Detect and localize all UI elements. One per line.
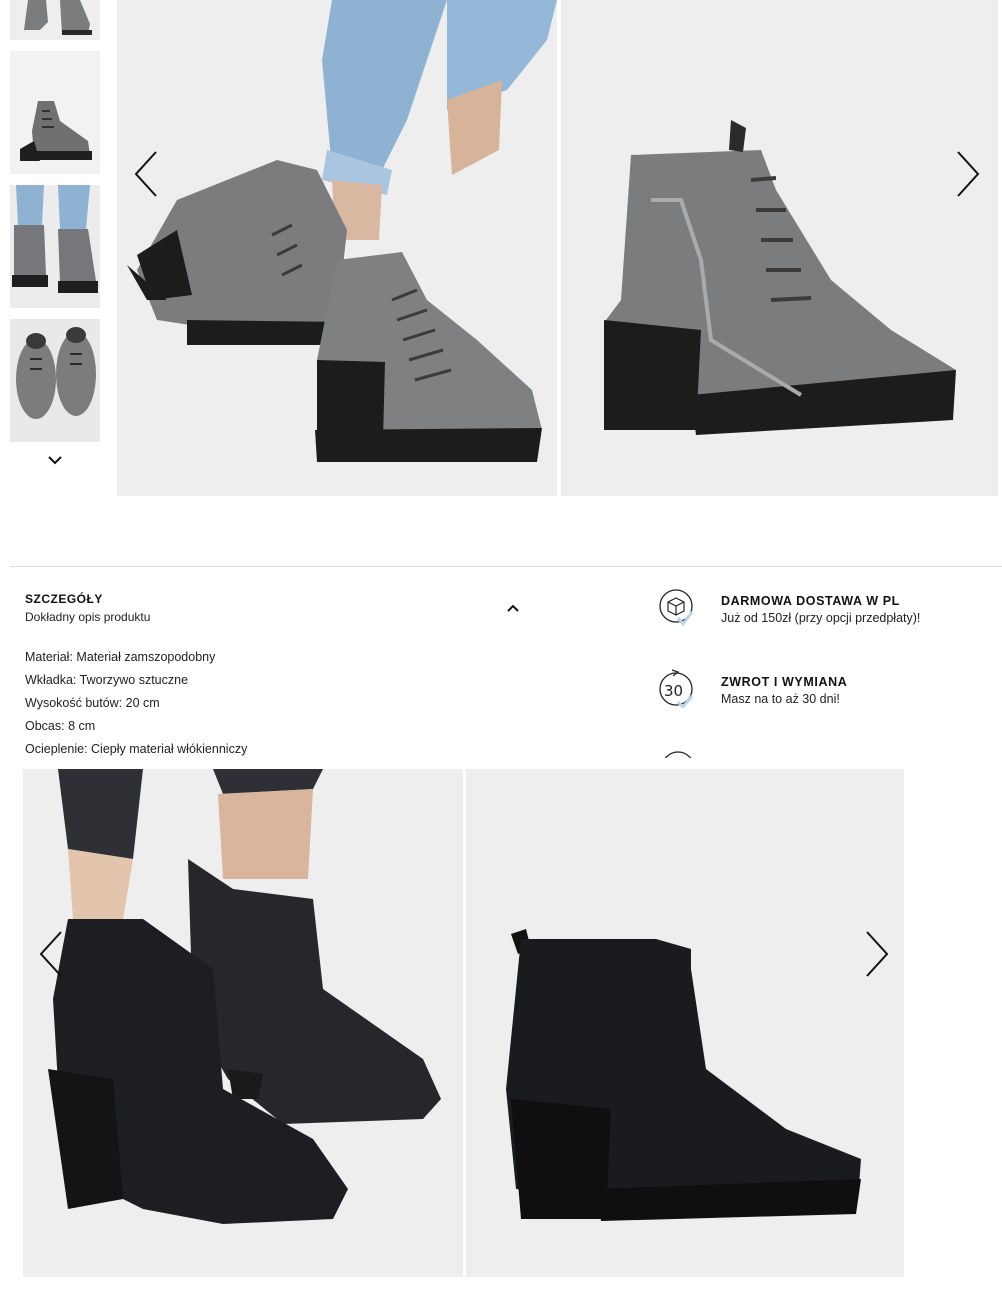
delivery-box-icon — [658, 588, 698, 628]
product-photo-side-image — [561, 0, 998, 496]
details-toggle[interactable] — [503, 598, 523, 618]
spec-material: Materiał: Materiał zamszopodobny — [25, 650, 216, 664]
gallery-bottom-next-arrow[interactable] — [855, 924, 895, 984]
thumbnail-4-image — [10, 319, 100, 442]
benefit-delivery-title: DARMOWA DOSTAWA W PL — [721, 594, 900, 608]
section-divider — [10, 566, 1002, 567]
product-photo-worn-image — [117, 0, 557, 496]
chevron-right-icon — [866, 931, 889, 977]
thumbnail-1-image — [10, 0, 100, 40]
return-30-text: 30 — [664, 682, 683, 700]
chevron-right-icon — [957, 151, 980, 197]
thumbnail-2[interactable] — [10, 51, 100, 174]
product-photo-side — [561, 0, 998, 496]
benefit-delivery-subtitle: Już od 150zł (przy opcji przedpłaty)! — [721, 611, 921, 625]
return-30-icon: 30 — [658, 668, 698, 710]
details-title: SZCZEGÓŁY — [25, 592, 103, 606]
black-boot-photo-worn-image — [23, 769, 463, 1277]
black-boot-photo-side — [466, 769, 904, 1277]
spec-heel: Obcas: 8 cm — [25, 719, 96, 733]
spec-insole: Wkładka: Tworzywo sztuczne — [25, 673, 189, 687]
spec-insulation: Ocieplenie: Ciepły materiał włókienniczy — [25, 742, 248, 756]
chevron-up-icon — [507, 604, 519, 612]
gallery-bottom-prev-arrow[interactable] — [33, 924, 73, 984]
thumbnail-3[interactable] — [10, 185, 100, 308]
benefit-return-subtitle: Masz na to aż 30 dni! — [721, 692, 840, 706]
chevron-left-icon — [39, 931, 62, 977]
black-boot-photo-side-image — [466, 769, 904, 1277]
thumbnail-1[interactable] — [10, 0, 100, 40]
benefit-icon-partial — [660, 750, 696, 758]
benefit-return-title: ZWROT I WYMIANA — [721, 675, 848, 689]
chevron-down-icon[interactable] — [45, 452, 65, 468]
thumbnail-4[interactable] — [10, 319, 100, 442]
black-boot-photo-worn — [23, 769, 463, 1277]
gallery-next-arrow[interactable] — [946, 144, 986, 204]
thumbnail-2-image — [10, 51, 100, 174]
gallery-prev-arrow[interactable] — [128, 144, 168, 204]
chevron-left-icon — [134, 151, 157, 197]
product-photo-worn — [117, 0, 557, 496]
spec-height: Wysokość butów: 20 cm — [25, 696, 160, 710]
thumbnail-3-image — [10, 185, 100, 308]
details-subtitle: Dokładny opis produktu — [25, 610, 151, 624]
